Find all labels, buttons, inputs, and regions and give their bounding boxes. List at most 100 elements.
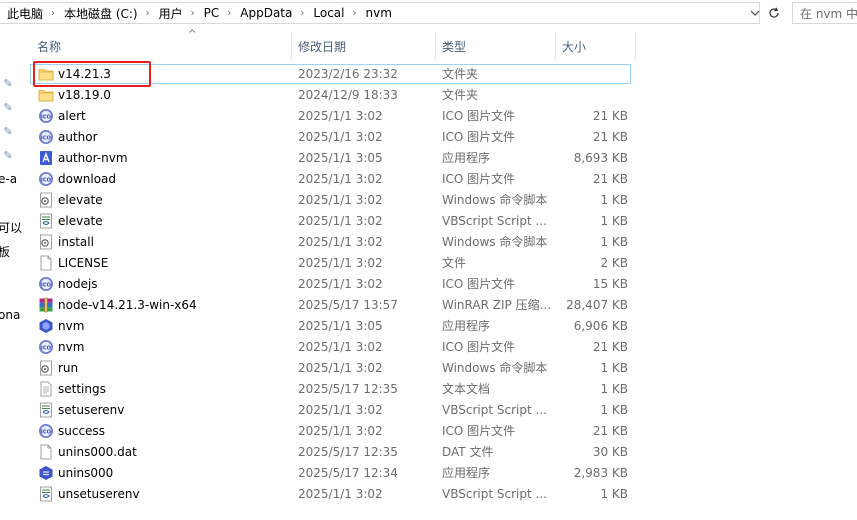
chevron-right-icon[interactable]: › bbox=[191, 8, 195, 19]
nvm-app-icon bbox=[38, 318, 54, 334]
file-name: run bbox=[58, 361, 79, 375]
ico-file-icon: ICO bbox=[38, 276, 54, 292]
file-list: v14.21.3 2023/2/16 23:32 文件夹 v18.19.0 2024/1… bbox=[30, 64, 640, 505]
breadcrumb-users[interactable]: 用户 bbox=[159, 5, 183, 22]
refresh-icon[interactable] bbox=[764, 2, 784, 24]
file-size: 1 KB bbox=[600, 193, 628, 207]
file-size: 6,906 KB bbox=[573, 319, 628, 333]
svg-text:ICO: ICO bbox=[41, 345, 52, 351]
file-modified-date: 2025/5/17 13:57 bbox=[298, 298, 398, 312]
file-row[interactable]: settings 2025/5/17 12:35 文本文档 1 KB bbox=[30, 379, 640, 400]
file-row[interactable]: run 2025/1/1 3:02 Windows 命令脚本 1 KB bbox=[30, 358, 640, 379]
annotation-highlight-box bbox=[33, 61, 151, 87]
vertical-scrollbar[interactable] bbox=[851, 28, 857, 520]
ico-file-icon: ICO bbox=[38, 171, 54, 187]
file-name: setuserenv bbox=[58, 403, 125, 417]
breadcrumb-appdata[interactable]: AppData bbox=[240, 6, 292, 20]
file-modified-date: 2025/5/17 12:35 bbox=[298, 382, 398, 396]
file-name: unins000 bbox=[58, 466, 114, 480]
file-name: nvm bbox=[58, 340, 85, 354]
chevron-right-icon[interactable]: › bbox=[300, 8, 304, 19]
file-row[interactable]: LICENSE 2025/1/1 3:02 文件 2 KB bbox=[30, 253, 640, 274]
file-name: node-v14.21.3-win-x64 bbox=[58, 298, 197, 312]
breadcrumb-local-disk[interactable]: 本地磁盘 (C:) bbox=[64, 5, 138, 22]
cmd-script-icon bbox=[38, 192, 54, 208]
column-header-name[interactable]: 名称 ^ bbox=[30, 29, 290, 60]
file-type: 应用程序 bbox=[442, 466, 491, 480]
file-modified-date: 2025/1/1 3:05 bbox=[298, 151, 383, 165]
file-size: 1 KB bbox=[600, 235, 628, 249]
file-row[interactable]: unsetuserenv 2025/1/1 3:02 VBScript Script… bbox=[30, 484, 640, 505]
column-header-type[interactable]: 类型 bbox=[435, 32, 555, 60]
svg-text:ICO: ICO bbox=[41, 114, 52, 120]
file-row[interactable]: ICO success 2025/1/1 3:02 ICO 图片文件 21 KB bbox=[30, 421, 640, 442]
pin-icon[interactable]: ✎ bbox=[2, 78, 14, 90]
file-size: 2,983 KB bbox=[573, 466, 628, 480]
file-row[interactable]: install 2025/1/1 3:02 Windows 命令脚本 1 KB bbox=[30, 232, 640, 253]
folder-row[interactable]: v18.19.0 2024/12/9 18:33 文件夹 bbox=[30, 85, 640, 106]
file-name: elevate bbox=[58, 193, 103, 207]
address-bar: 此电脑 › 本地磁盘 (C:) › 用户 › PC › AppData › Lo… bbox=[0, 0, 857, 28]
file-row[interactable]: ICO nodejs 2025/1/1 3:02 ICO 图片文件 15 KB bbox=[30, 274, 640, 295]
file-name: install bbox=[58, 235, 94, 249]
file-size: 1 KB bbox=[600, 361, 628, 375]
file-row[interactable]: nvm 2025/1/1 3:05 应用程序 6,906 KB bbox=[30, 316, 640, 337]
chevron-right-icon[interactable]: › bbox=[51, 8, 55, 19]
file-row[interactable]: elevate 2025/1/1 3:02 Windows 命令脚本 1 KB bbox=[30, 190, 640, 211]
column-header-name-label: 名称 bbox=[37, 39, 62, 54]
column-header-row: 名称 ^ 修改日期 类型 大小 bbox=[30, 29, 640, 60]
file-row[interactable]: ICO download 2025/1/1 3:02 ICO 图片文件 21 KB bbox=[30, 169, 640, 190]
app-icon bbox=[38, 150, 54, 166]
chevron-right-icon[interactable]: › bbox=[352, 8, 356, 19]
ico-file-icon: ICO bbox=[38, 129, 54, 145]
pin-icon[interactable]: ✎ bbox=[2, 126, 14, 138]
file-modified-date: 2025/1/1 3:02 bbox=[298, 361, 383, 375]
file-type: VBScript Script ... bbox=[442, 403, 547, 417]
chevron-right-icon[interactable]: › bbox=[227, 8, 231, 19]
breadcrumb-this-pc[interactable]: 此电脑 bbox=[7, 5, 43, 22]
column-header-size[interactable]: 大小 bbox=[555, 32, 635, 60]
file-row[interactable]: setuserenv 2025/1/1 3:02 VBScript Script .… bbox=[30, 400, 640, 421]
file-modified-date: 2025/1/1 3:02 bbox=[298, 424, 383, 438]
installer-icon bbox=[38, 465, 54, 481]
file-name: LICENSE bbox=[58, 256, 109, 270]
file-type: 文件 bbox=[442, 256, 467, 270]
file-type: Windows 命令脚本 bbox=[442, 361, 548, 375]
pin-icon[interactable]: ✎ bbox=[2, 150, 14, 162]
search-input[interactable]: 在 nvm 中 bbox=[792, 2, 857, 24]
chevron-right-icon[interactable]: › bbox=[146, 8, 150, 19]
file-name: unins000.dat bbox=[58, 445, 137, 459]
breadcrumb[interactable]: 此电脑 › 本地磁盘 (C:) › 用户 › PC › AppData › Lo… bbox=[0, 2, 760, 24]
file-row[interactable]: unins000 2025/5/17 12:34 应用程序 2,983 KB bbox=[30, 463, 640, 484]
breadcrumb-nvm[interactable]: nvm bbox=[365, 6, 391, 20]
file-row[interactable]: node-v14.21.3-win-x64 2025/5/17 13:57 WinR… bbox=[30, 295, 640, 316]
breadcrumb-local[interactable]: Local bbox=[313, 6, 344, 20]
file-row[interactable]: elevate 2025/1/1 3:02 VBScript Script ... 1… bbox=[30, 211, 640, 232]
file-row[interactable]: author-nvm 2025/1/1 3:05 应用程序 8,693 KB bbox=[30, 148, 640, 169]
address-history-chevron-down-icon[interactable] bbox=[748, 4, 762, 22]
file-row[interactable]: ICO nvm 2025/1/1 3:02 ICO 图片文件 21 KB bbox=[30, 337, 640, 358]
breadcrumb-pc[interactable]: PC bbox=[204, 6, 220, 20]
nav-item-fragment[interactable]: ona bbox=[0, 308, 20, 322]
file-type: 文本文档 bbox=[442, 382, 491, 396]
file-row[interactable]: unins000.dat 2025/5/17 12:35 DAT 文件 30 KB bbox=[30, 442, 640, 463]
file-type: ICO 图片文件 bbox=[442, 130, 516, 144]
column-divider[interactable] bbox=[635, 32, 636, 60]
vbscript-icon bbox=[38, 402, 54, 418]
file-size: 21 KB bbox=[592, 424, 628, 438]
pin-icon[interactable]: ✎ bbox=[2, 102, 14, 114]
nav-item-fragment[interactable]: 可以 bbox=[0, 219, 22, 236]
nav-item-fragment[interactable]: e-a bbox=[0, 172, 17, 186]
file-modified-date: 2025/1/1 3:02 bbox=[298, 109, 383, 123]
file-type: VBScript Script ... bbox=[442, 214, 547, 228]
file-size: 1 KB bbox=[600, 487, 628, 501]
file-row[interactable]: ICO alert 2025/1/1 3:02 ICO 图片文件 21 KB bbox=[30, 106, 640, 127]
folder-icon bbox=[38, 87, 54, 103]
column-header-modified[interactable]: 修改日期 bbox=[291, 32, 435, 60]
nav-item-fragment[interactable]: 板 bbox=[0, 243, 10, 260]
file-size: 30 KB bbox=[592, 445, 628, 459]
file-type: WinRAR ZIP 压缩... bbox=[442, 298, 552, 312]
navigation-pane: ✎ ✎ ✎ ✎ e-a 可以 板 ona bbox=[0, 28, 22, 520]
file-type: 文件夹 bbox=[442, 67, 479, 81]
file-row[interactable]: ICO author 2025/1/1 3:02 ICO 图片文件 21 KB bbox=[30, 127, 640, 148]
